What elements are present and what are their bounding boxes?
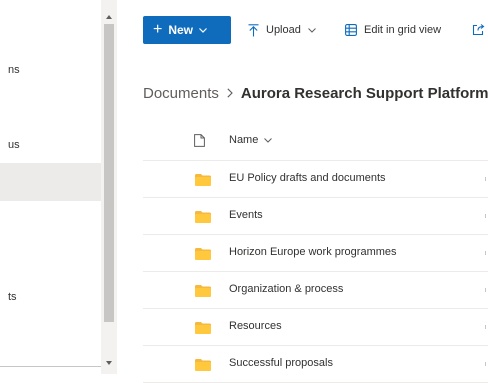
list-item[interactable]: Successful proposals — [143, 346, 488, 383]
row-edge-mark — [485, 362, 486, 366]
list-item[interactable]: Horizon Europe work programmes — [143, 235, 488, 272]
breadcrumb: Documents Aurora Research Support Platfo… — [143, 82, 488, 104]
edit-in-grid-view-label: Edit in grid view — [364, 24, 442, 36]
edit-in-grid-view-button[interactable]: Edit in grid view — [345, 16, 441, 44]
row-edge-mark — [485, 251, 486, 255]
scroll-thumb[interactable] — [104, 24, 114, 322]
scroll-up-arrow[interactable] — [101, 10, 117, 24]
share-icon — [472, 24, 485, 36]
list-item-name[interactable]: EU Policy drafts and documents — [229, 172, 386, 184]
folder-icon — [195, 173, 211, 191]
plus-icon: + — [153, 21, 163, 38]
folder-icon — [195, 321, 211, 339]
grid-icon — [345, 24, 357, 36]
command-bar: + New Upload Edit in grid view — [118, 0, 488, 56]
list-item[interactable]: Events — [143, 198, 488, 235]
row-edge-mark — [485, 288, 486, 292]
triangle-up-icon — [106, 15, 112, 19]
nav-item-1[interactable]: ns — [0, 51, 103, 89]
list-header: Name — [143, 124, 488, 161]
left-navigation: ns us ts — [0, 0, 103, 374]
scroll-down-arrow[interactable] — [101, 356, 117, 370]
upload-button[interactable]: Upload — [248, 16, 316, 44]
column-header-name[interactable]: Name — [229, 134, 273, 146]
upload-icon — [248, 23, 259, 37]
nav-item-3[interactable]: ts — [0, 278, 103, 316]
list-item-name[interactable]: Organization & process — [229, 283, 343, 295]
list-item-name[interactable]: Events — [229, 209, 263, 221]
new-button-label: New — [168, 23, 194, 37]
row-edge-mark — [485, 214, 486, 218]
list-item-name[interactable]: Horizon Europe work programmes — [229, 246, 397, 258]
column-header-name-label: Name — [229, 134, 259, 146]
list-item-name[interactable]: Successful proposals — [229, 357, 333, 369]
triangle-down-icon — [106, 361, 112, 365]
folder-icon — [195, 247, 211, 265]
upload-label: Upload — [266, 24, 301, 36]
row-edge-mark — [485, 325, 486, 329]
list-item[interactable]: Resources — [143, 309, 488, 346]
list-item-name[interactable]: Resources — [229, 320, 282, 332]
chevron-right-icon — [227, 86, 233, 101]
new-button[interactable]: + New — [143, 16, 231, 44]
chevron-down-icon — [199, 27, 207, 33]
folder-icon — [195, 210, 211, 228]
nav-item-2[interactable]: us — [0, 126, 103, 164]
breadcrumb-documents[interactable]: Documents — [143, 85, 219, 102]
row-edge-mark — [485, 177, 486, 181]
list-item[interactable]: Organization & process — [143, 272, 488, 309]
folder-icon — [195, 358, 211, 376]
folder-icon — [195, 284, 211, 302]
nav-divider — [0, 366, 103, 367]
document-icon[interactable] — [194, 134, 205, 152]
share-button[interactable] — [472, 16, 488, 44]
nav-scrollbar[interactable] — [101, 0, 117, 374]
chevron-down-icon — [264, 137, 273, 143]
nav-item-selected[interactable] — [0, 163, 103, 201]
breadcrumb-current-folder: Aurora Research Support Platform — [240, 84, 488, 102]
chevron-down-icon — [308, 27, 316, 33]
list-item[interactable]: EU Policy drafts and documents — [143, 161, 488, 198]
